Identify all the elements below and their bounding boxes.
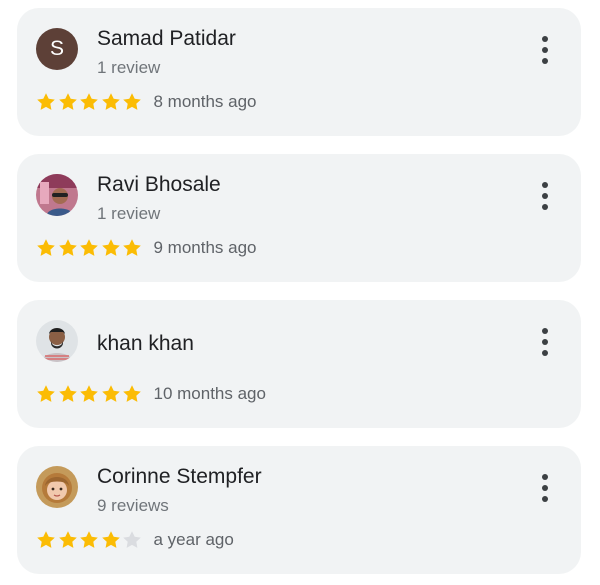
avatar[interactable] (36, 466, 78, 508)
review-card: S Samad Patidar 1 review 8 months ago (17, 8, 581, 136)
review-count: 1 review (97, 204, 161, 223)
review-card: khan khan 10 months ago (17, 300, 581, 428)
star-icon (58, 238, 80, 259)
star-icon (122, 530, 144, 551)
star-icon (101, 238, 123, 259)
review-time: 9 months ago (153, 238, 257, 257)
avatar[interactable]: S (36, 28, 78, 70)
star-icon (79, 238, 101, 259)
rating-row: 8 months ago (36, 90, 257, 114)
rating-row: a year ago (36, 528, 234, 552)
more-vert-icon (542, 36, 548, 42)
reviewer-name[interactable]: Corinne Stempfer (97, 465, 262, 489)
star-icon (122, 384, 144, 405)
review-time: 8 months ago (153, 92, 257, 111)
review-time: a year ago (153, 530, 234, 549)
star-icon (36, 238, 58, 259)
more-vert-icon (542, 474, 548, 480)
more-options-button[interactable] (537, 36, 553, 64)
reviewer-name[interactable]: Samad Patidar (97, 27, 236, 51)
reviews-list: S Samad Patidar 1 review 8 months ago Ra… (0, 0, 600, 585)
star-icon (36, 530, 58, 551)
star-rating (36, 384, 144, 405)
review-time: 10 months ago (153, 384, 266, 403)
user-photo-icon (36, 466, 78, 508)
rating-row: 10 months ago (36, 382, 266, 406)
star-icon (101, 530, 123, 551)
review-count: 1 review (97, 58, 161, 77)
more-vert-icon (542, 328, 548, 334)
review-card: Ravi Bhosale 1 review 9 months ago (17, 154, 581, 282)
star-icon (101, 92, 123, 113)
more-vert-icon (542, 182, 548, 188)
star-icon (79, 384, 101, 405)
star-rating (36, 238, 144, 259)
review-count: 9 reviews (97, 496, 169, 515)
star-rating (36, 92, 144, 113)
more-options-button[interactable] (537, 474, 553, 502)
star-icon (58, 92, 80, 113)
avatar[interactable] (36, 320, 78, 362)
more-options-button[interactable] (537, 328, 553, 356)
reviewer-name[interactable]: Ravi Bhosale (97, 173, 221, 197)
user-photo-icon (36, 174, 78, 216)
avatar[interactable] (36, 174, 78, 216)
star-icon (36, 92, 58, 113)
rating-row: 9 months ago (36, 236, 257, 260)
star-icon (58, 384, 80, 405)
star-icon (79, 530, 101, 551)
star-icon (122, 238, 144, 259)
review-card: Corinne Stempfer 9 reviews a year ago (17, 446, 581, 574)
star-icon (101, 384, 123, 405)
star-icon (36, 384, 58, 405)
more-options-button[interactable] (537, 182, 553, 210)
star-rating (36, 530, 144, 551)
user-photo-icon (36, 320, 78, 362)
star-icon (58, 530, 80, 551)
star-icon (122, 92, 144, 113)
reviewer-name[interactable]: khan khan (97, 332, 194, 356)
star-icon (79, 92, 101, 113)
